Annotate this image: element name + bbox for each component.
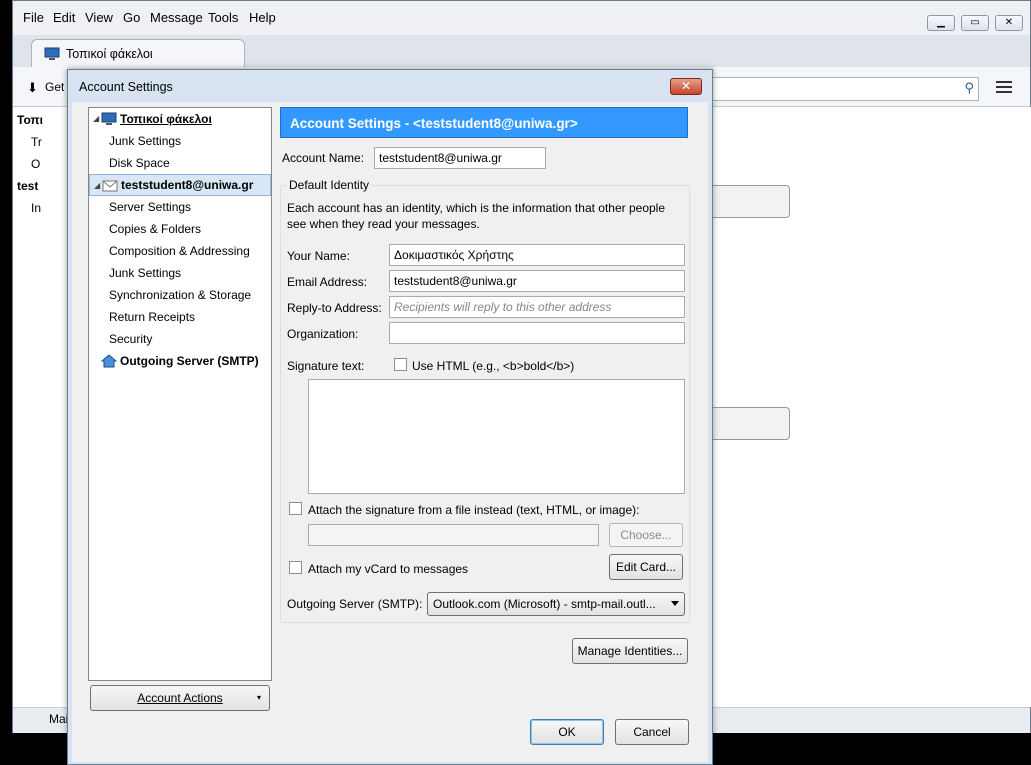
menu-go[interactable]: Go [123,10,140,25]
tree-label: Synchronization & Storage [109,288,252,302]
tree-label: Disk Space [109,156,170,170]
signature-file-field[interactable] [308,524,599,546]
attach-vcard-checkbox[interactable] [289,561,302,574]
account-actions-button[interactable]: Account Actions ▾ [90,685,270,711]
select-value: Outlook.com (Microsoft) - smtp-mail.outl… [433,597,656,611]
tree-item-disk-space[interactable]: Disk Space [89,152,271,174]
download-icon[interactable]: ⬇ [27,80,38,96]
outgoing-server-select[interactable]: Outlook.com (Microsoft) - smtp-mail.outl… [427,592,685,616]
folder-pane: Τοπι Tr O test In [13,107,69,707]
window-close-button[interactable]: ✕ [995,15,1023,31]
your-name-field[interactable]: Δοκιμαστικός Χρήστης [389,244,685,266]
search-icon: ⚲ [964,80,974,95]
menu-hamburger-icon[interactable] [996,81,1012,95]
default-identity-legend: Default Identity [287,178,372,192]
tab-label: Τοπικοί φάκελοι [66,47,153,61]
menu-edit[interactable]: Edit [53,10,75,25]
dropdown-arrow-icon [671,601,679,606]
tree-item-server-settings[interactable]: Server Settings [89,196,271,218]
server-icon [101,354,117,368]
computer-icon [44,47,60,60]
panel-banner: Account Settings - <teststudent8@uniwa.g… [280,107,688,138]
menu-help[interactable]: Help [249,10,276,25]
tree-label: teststudent8@uniwa.gr [121,178,254,192]
your-name-label: Your Name: [287,249,350,263]
tree-item-junk[interactable]: Junk Settings [89,262,271,284]
computer-icon [101,112,117,125]
close-icon[interactable]: ✕ [670,78,702,95]
email-field[interactable]: teststudent8@uniwa.gr [389,270,685,292]
tree-item-copies-folders[interactable]: Copies & Folders [89,218,271,240]
menu-message[interactable]: Message [150,10,203,25]
outgoing-server-label: Outgoing Server (SMTP): [287,597,423,611]
search-input[interactable]: ⚲ [709,77,979,101]
account-settings-dialog: Account Settings ✕ ◢ Τοπικοί φάκελοι Jun… [67,69,713,765]
tree-label: Security [109,332,153,346]
content-box [713,407,790,440]
manage-identities-button[interactable]: Manage Identities... [572,638,688,664]
tree-label: Outgoing Server (SMTP) [120,354,259,368]
tree-label: Copies & Folders [109,222,202,236]
account-name-label: Account Name: [282,151,365,165]
tree-item-composition[interactable]: Composition & Addressing [89,240,271,262]
tree-label: Junk Settings [109,134,182,148]
attach-vcard-label: Attach my vCard to messages [308,562,469,576]
content-pane [713,107,1031,707]
dialog-title: Account Settings [79,80,173,94]
menu-tools[interactable]: Tools [208,10,238,25]
menu-view[interactable]: View [85,10,113,25]
chevron-down-icon: ▾ [256,693,261,702]
email-label: Email Address: [287,275,368,289]
status-text: Mai [49,712,69,726]
tree-item-local-folders[interactable]: ◢ Τοπικοί φάκελοι [89,108,271,130]
use-html-label: Use HTML (e.g., <b>bold</b>) [412,359,575,373]
tree-item-sync[interactable]: Synchronization & Storage [89,284,271,306]
attach-signature-checkbox[interactable] [289,502,302,515]
collapse-icon[interactable]: ◢ [94,175,100,197]
cancel-button[interactable]: Cancel [615,719,689,745]
tree-item-receipts[interactable]: Return Receipts [89,306,271,328]
tree-label: Composition & Addressing [109,244,250,258]
replyto-field[interactable]: Recipients will reply to this other addr… [389,296,685,318]
menu-file[interactable]: File [23,10,44,25]
organization-field[interactable] [389,322,685,344]
default-identity-group: Default Identity Each account has an ide… [280,178,690,623]
content-box [713,185,790,218]
folder-row[interactable]: Τοπι [17,113,69,127]
tab-strip: Τοπικοί φάκελοι [13,35,1030,69]
menu-bar: File Edit View Go Message Tools Help ▁ ▭… [13,1,1030,35]
collapse-icon[interactable]: ◢ [93,108,99,130]
envelope-icon [102,180,118,192]
minimize-button[interactable]: ▁ [927,15,955,31]
button-label: Account Actions [137,691,223,705]
folder-row[interactable]: test [17,179,69,193]
tab-local-folders[interactable]: Τοπικοί φάκελοι [31,39,245,69]
signature-textarea[interactable] [308,379,685,494]
maximize-button[interactable]: ▭ [961,15,989,31]
account-name-field[interactable]: teststudent8@uniwa.gr [374,147,546,169]
tree-item-junk-settings[interactable]: Junk Settings [89,130,271,152]
tree-item-outgoing-server[interactable]: Outgoing Server (SMTP) [89,350,271,372]
use-html-checkbox[interactable] [394,358,407,371]
tree-label: Junk Settings [109,266,182,280]
tree-label: Return Receipts [109,310,196,324]
organization-label: Organization: [287,327,359,341]
choose-button[interactable]: Choose... [609,523,683,547]
tree-label: Τοπικοί φάκελοι [120,112,212,126]
account-tree: ◢ Τοπικοί φάκελοι Junk Settings Disk Spa… [88,107,272,681]
tree-item-security[interactable]: Security [89,328,271,350]
tree-item-account[interactable]: ◢ teststudent8@uniwa.gr [89,174,271,196]
attach-signature-label: Attach the signature from a file instead… [308,503,640,517]
replyto-label: Reply-to Address: [287,301,382,315]
identity-description: Each account has an identity, which is t… [287,201,666,231]
signature-label: Signature text: [287,359,365,373]
edit-card-button[interactable]: Edit Card... [609,554,683,580]
tree-label: Server Settings [109,200,192,214]
get-messages-button[interactable]: Get [45,80,64,94]
dialog-body: ◢ Τοπικοί φάκελοι Junk Settings Disk Spa… [72,102,708,762]
ok-button[interactable]: OK [530,719,604,745]
settings-panel: Account Settings - <teststudent8@uniwa.g… [278,107,694,635]
